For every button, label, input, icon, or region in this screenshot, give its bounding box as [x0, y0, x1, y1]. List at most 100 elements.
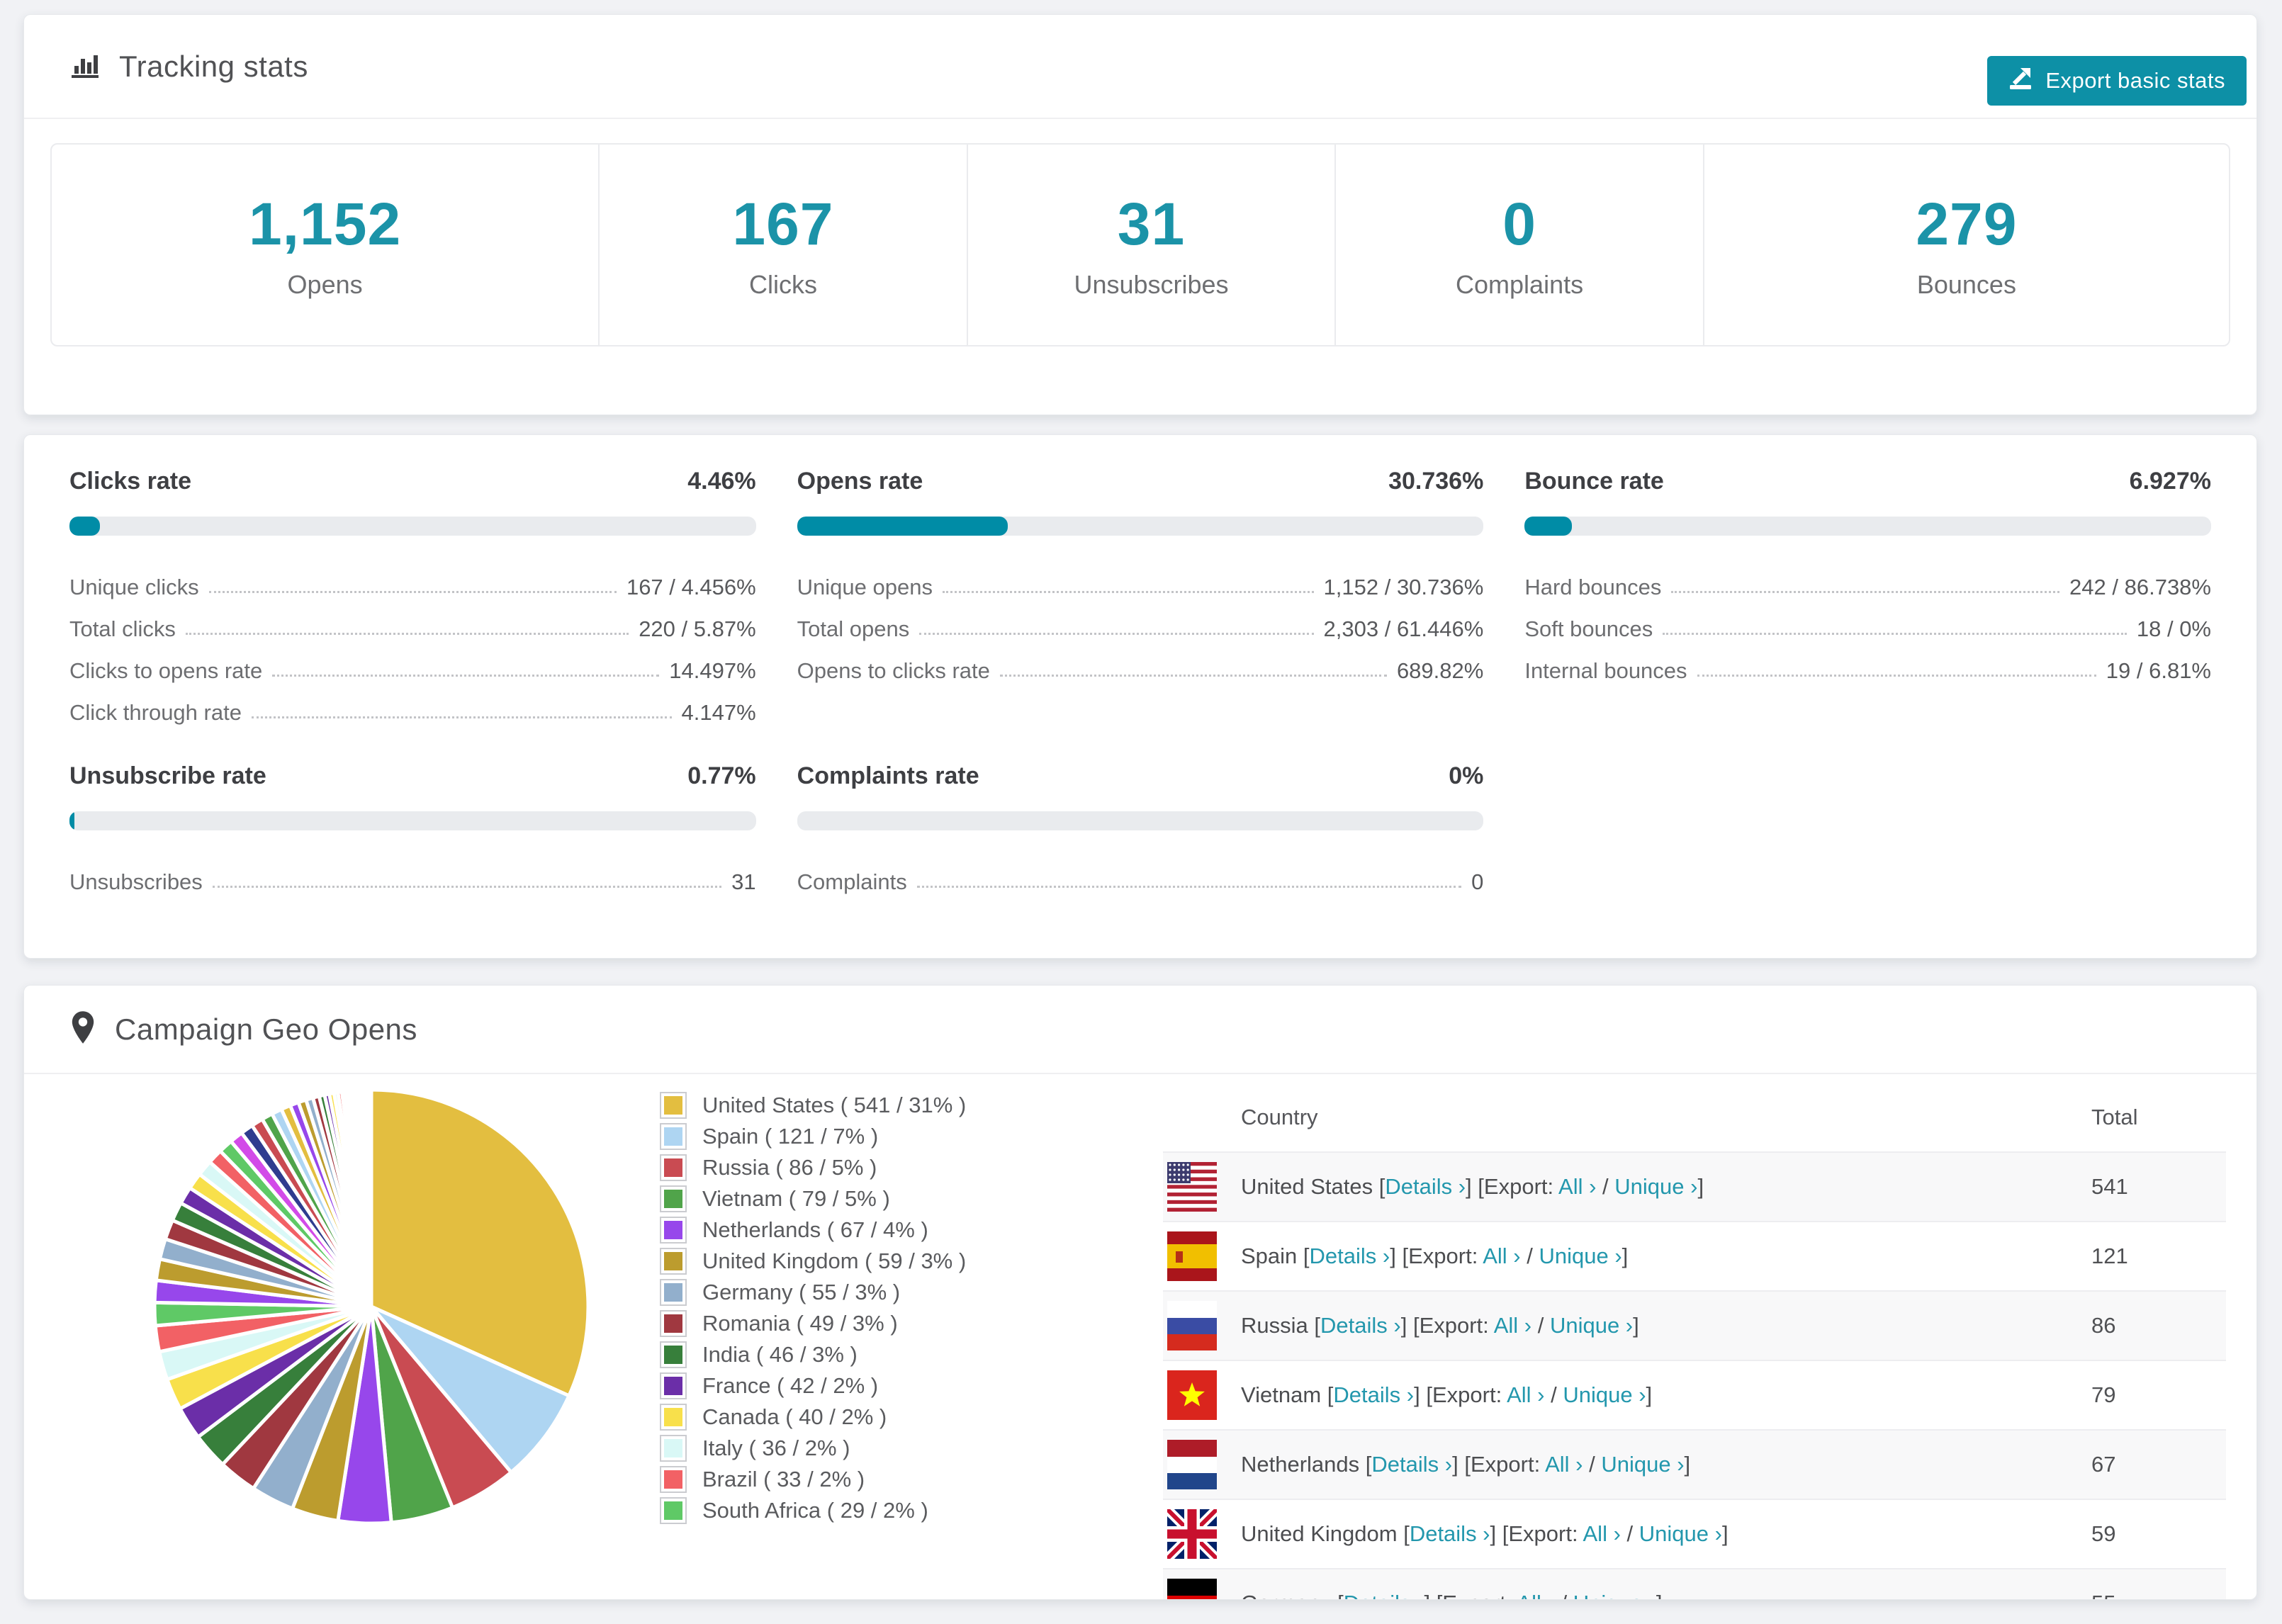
details-link[interactable]: Details ›	[1385, 1174, 1466, 1199]
export-unique-link[interactable]: Unique ›	[1550, 1313, 1633, 1338]
stat-cell-complaints: 0 Complaints	[1334, 145, 1703, 345]
total-cell: 55	[2091, 1591, 2226, 1599]
rate-line-label: Internal bounces	[1524, 658, 1687, 683]
dotted-leader	[208, 591, 617, 593]
dotted-leader	[212, 886, 722, 888]
rate-line-label: Unsubscribes	[69, 869, 203, 894]
export-unique-link[interactable]: Unique ›	[1601, 1452, 1684, 1477]
geo-title: Campaign Geo Opens	[115, 1012, 417, 1046]
rate-line-label: Clicks to opens rate	[69, 658, 263, 683]
export-button-label: Export basic stats	[2045, 68, 2225, 93]
table-row-gb: United Kingdom [Details ›] [Export: All …	[1163, 1499, 2226, 1568]
legend-label: Brazil ( 33 / 2% )	[702, 1467, 865, 1492]
legend-item-germany[interactable]: Germany ( 55 / 3% )	[660, 1277, 966, 1308]
summary-stats-row: 1,152 Opens 167 Clicks 31 Unsubscribes 0 Compla…	[50, 143, 2230, 346]
details-link[interactable]: Details ›	[1320, 1313, 1401, 1338]
legend-item-canada[interactable]: Canada ( 40 / 2% )	[660, 1402, 966, 1433]
dotted-leader	[1663, 633, 2127, 635]
rate-line-label: Total opens	[797, 616, 910, 641]
rate-progress-track	[69, 811, 756, 830]
legend-swatch	[660, 1372, 687, 1399]
legend-swatch	[660, 1466, 687, 1493]
legend-swatch	[660, 1310, 687, 1337]
total-cell: 67	[2091, 1452, 2116, 1477]
legend-swatch	[660, 1248, 687, 1275]
legend-item-romania[interactable]: Romania ( 49 / 3% )	[660, 1308, 966, 1339]
details-link[interactable]: Details ›	[1410, 1521, 1490, 1546]
legend-item-united-kingdom[interactable]: United Kingdom ( 59 / 3% )	[660, 1246, 966, 1277]
country-cell: United States [Details ›] [Export: All ›…	[1241, 1174, 1704, 1199]
legend-item-netherlands[interactable]: Netherlands ( 67 / 4% )	[660, 1214, 966, 1246]
country-cell: Germany [Details ›] [Export: All › / Uni…	[1163, 1591, 1663, 1599]
legend-item-spain[interactable]: Spain ( 121 / 7% )	[660, 1121, 966, 1152]
total-cell: 541	[2091, 1174, 2128, 1199]
legend-item-russia[interactable]: Russia ( 86 / 5% )	[660, 1152, 966, 1183]
rate-progress-fill	[69, 811, 75, 830]
export-all-link[interactable]: All ›	[1517, 1591, 1554, 1599]
export-all-link[interactable]: All ›	[1494, 1313, 1531, 1338]
legend-item-vietnam[interactable]: Vietnam ( 79 / 5% )	[660, 1183, 966, 1214]
rate-value: 4.46%	[687, 468, 756, 495]
details-link[interactable]: Details ›	[1333, 1382, 1414, 1407]
export-all-link[interactable]: All ›	[1507, 1382, 1544, 1407]
rate-block-clicks-rate: Clicks rate 4.46% Unique clicks 167 / 4.456…	[69, 468, 756, 727]
details-link[interactable]: Details ›	[1344, 1591, 1424, 1599]
legend-item-south-africa[interactable]: South Africa ( 29 / 2% )	[660, 1495, 966, 1526]
rate-line-label: Hard bounces	[1524, 575, 1662, 599]
rate-progress-fill	[1524, 517, 1573, 536]
legend-label: Canada ( 40 / 2% )	[702, 1404, 887, 1429]
flag-icon-de	[1167, 1579, 1217, 1599]
export-unique-link[interactable]: Unique ›	[1614, 1174, 1697, 1199]
table-row-us: United States [Details ›] [Export: All ›…	[1163, 1151, 2226, 1221]
legend-item-united-states[interactable]: United States ( 541 / 31% )	[660, 1090, 966, 1121]
rate-line-value: 689.82%	[1396, 658, 1484, 683]
export-unique-link[interactable]: Unique ›	[1539, 1244, 1621, 1268]
rate-title: Unsubscribe rate	[69, 762, 266, 789]
rate-progress-track	[69, 517, 756, 536]
export-all-link[interactable]: All ›	[1583, 1521, 1621, 1546]
country-cell: Netherlands [Details ›] [Export: All › /…	[1241, 1452, 1691, 1477]
stat-value: 279	[1916, 191, 2018, 257]
campaign-geo-opens-card: Campaign Geo Opens United States ( 541 /…	[23, 985, 2257, 1600]
rate-block-bounce-rate: Bounce rate 6.927% Hard bounces 242 / 86.73…	[1524, 468, 2211, 727]
rate-progress-fill	[69, 517, 101, 536]
dotted-leader	[919, 633, 1314, 635]
export-unique-link[interactable]: Unique ›	[1563, 1382, 1646, 1407]
legend-swatch	[660, 1123, 687, 1150]
export-unique-link[interactable]: Unique ›	[1639, 1521, 1722, 1546]
export-basic-stats-button[interactable]: Export basic stats	[1987, 56, 2247, 106]
bar-chart-icon	[69, 49, 101, 84]
export-all-link[interactable]: All ›	[1545, 1452, 1583, 1477]
flag-icon-vn	[1167, 1370, 1217, 1420]
stat-label: Unsubscribes	[1074, 270, 1229, 299]
rate-line: Internal bounces 19 / 6.81%	[1524, 643, 2211, 685]
legend-swatch	[660, 1092, 687, 1119]
tracking-stats-card: Tracking stats Export basic stats 1,152 O…	[23, 14, 2257, 415]
legend-swatch	[660, 1404, 687, 1431]
details-link[interactable]: Details ›	[1310, 1244, 1390, 1268]
rate-line-label: Click through rate	[69, 700, 242, 725]
rate-line-label: Soft bounces	[1524, 616, 1653, 641]
rate-line: Click through rate 4.147%	[69, 685, 756, 727]
legend-item-italy[interactable]: Italy ( 36 / 2% )	[660, 1433, 966, 1464]
total-cell: 79	[2091, 1382, 2116, 1407]
country-cell: Spain [Details ›] [Export: All › / Uniqu…	[1241, 1244, 1629, 1268]
dotted-leader	[999, 675, 1387, 677]
export-all-link[interactable]: All ›	[1483, 1244, 1520, 1268]
export-icon	[2008, 66, 2033, 96]
rate-line-value: 1,152 / 30.736%	[1323, 575, 1484, 599]
export-unique-link[interactable]: Unique ›	[1573, 1591, 1656, 1599]
legend-item-brazil[interactable]: Brazil ( 33 / 2% )	[660, 1464, 966, 1495]
legend-label: Russia ( 86 / 5% )	[702, 1155, 877, 1180]
table-row-es: Spain [Details ›] [Export: All › / Uniqu…	[1163, 1221, 2226, 1290]
legend-item-india[interactable]: India ( 46 / 3% )	[660, 1339, 966, 1370]
details-link[interactable]: Details ›	[1371, 1452, 1452, 1477]
legend-item-france[interactable]: France ( 42 / 2% )	[660, 1370, 966, 1402]
table-row-nl: Netherlands [Details ›] [Export: All › /…	[1163, 1429, 2226, 1499]
stat-label: Opens	[287, 270, 363, 299]
rate-line-value: 19 / 6.81%	[2106, 658, 2211, 683]
tracking-stats-header: Tracking stats Export basic stats	[24, 15, 2256, 119]
export-all-link[interactable]: All ›	[1558, 1174, 1596, 1199]
flag-icon-es	[1167, 1231, 1217, 1281]
rate-line: Total clicks 220 / 5.87%	[69, 602, 756, 643]
